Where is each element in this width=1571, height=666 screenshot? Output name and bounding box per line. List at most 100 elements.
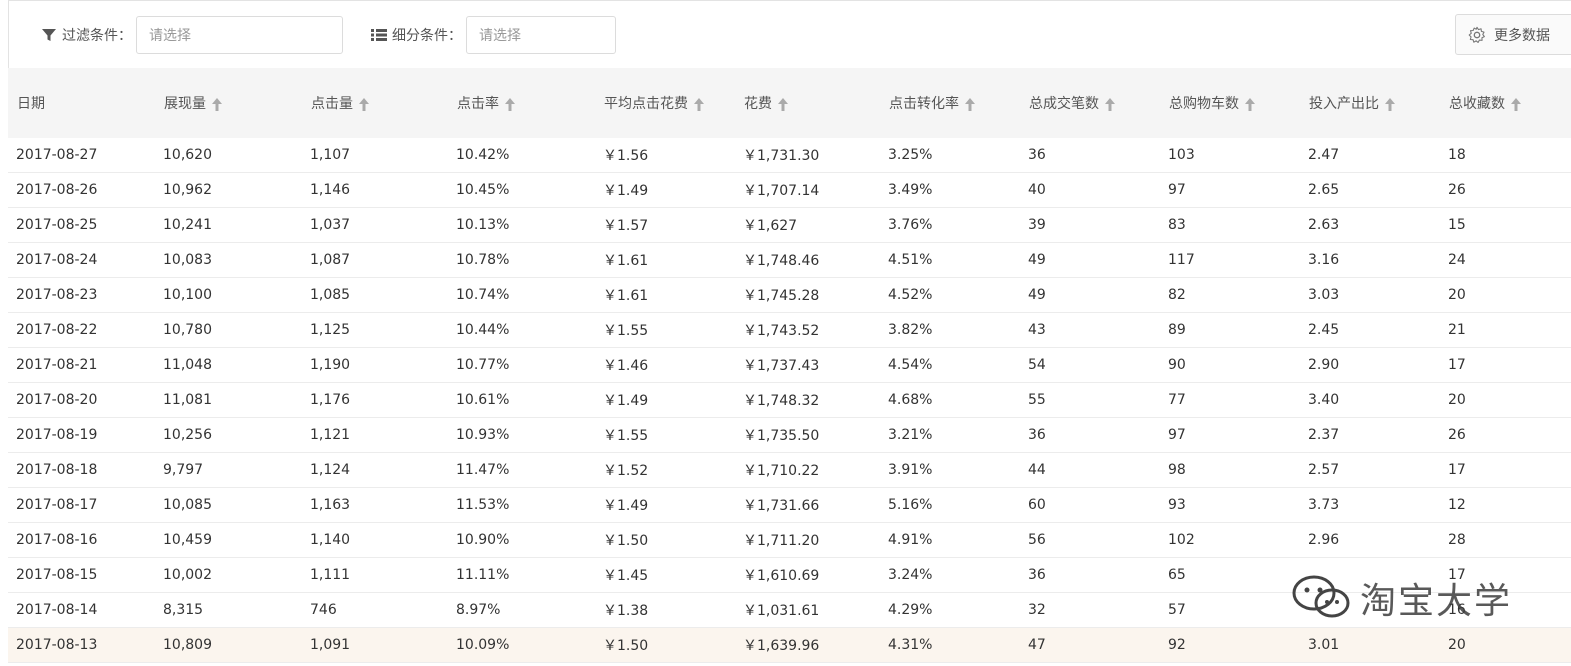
table-cell: ￥1,735.50 [735, 417, 880, 453]
sort-arrow-up-icon[interactable] [965, 97, 975, 111]
table-cell: 1,176 [302, 382, 448, 418]
column-header[interactable]: 总购物车数 [1160, 68, 1300, 138]
table-cell: 2017-08-25 [8, 207, 155, 243]
table-cell: 4.29% [880, 592, 1020, 628]
sort-arrow-up-icon[interactable] [1385, 97, 1395, 111]
table-cell: 2017-08-22 [8, 312, 155, 348]
table-cell: 3.40 [1300, 382, 1440, 418]
filter-condition-select[interactable]: 请选择 [136, 16, 343, 54]
table-cell: ￥1,748.32 [735, 382, 880, 418]
table-cell: 98 [1160, 452, 1300, 488]
table-cell: 2017-08-14 [8, 592, 155, 628]
table-cell: 3.76% [880, 207, 1020, 243]
table-cell: ￥1,710.22 [735, 452, 880, 488]
table-cell: 40 [1020, 172, 1160, 208]
table-row[interactable]: 2017-08-24 10,083 1,087 10.78% ￥1.61 ￥1,748.4… [8, 242, 1571, 278]
column-header[interactable]: 点击转化率 [880, 68, 1020, 138]
table-cell: 2.47 [1300, 138, 1440, 173]
segment-condition-select[interactable]: 请选择 [466, 16, 616, 54]
table-cell: ￥1.57 [595, 207, 735, 243]
table-row[interactable]: 2017-08-13 10,809 1,091 10.09% ￥1.50 ￥1,639.9… [8, 627, 1571, 663]
table-cell: 4.68% [880, 382, 1020, 418]
table-cell: 10,780 [155, 312, 302, 348]
more-data-button[interactable]: 更多数据 [1455, 14, 1571, 55]
table-cell: 32 [1020, 592, 1160, 628]
sort-arrow-up-icon[interactable] [505, 97, 515, 111]
table-cell: ￥1.52 [595, 452, 735, 488]
table-cell: ￥1.61 [595, 277, 735, 313]
table-cell: 1,111 [302, 557, 448, 593]
table-row[interactable]: 2017-08-22 10,780 1,125 10.44% ￥1.55 ￥1,743.5… [8, 312, 1571, 348]
table-row[interactable]: 2017-08-17 10,085 1,163 11.53% ￥1.49 ￥1,731.6… [8, 487, 1571, 523]
table-cell: 36 [1020, 557, 1160, 593]
table-cell: 10.09% [448, 627, 595, 663]
table-cell: 4.31% [880, 627, 1020, 663]
table-row[interactable]: 2017-08-26 10,962 1,146 10.45% ￥1.49 ￥1,707.1… [8, 172, 1571, 208]
table-row[interactable]: 2017-08-23 10,100 1,085 10.74% ￥1.61 ￥1,745.2… [8, 277, 1571, 313]
filter-condition-group: 过滤条件： 请选择 [41, 15, 343, 55]
table-cell: 3.91% [880, 452, 1020, 488]
table-cell: ￥1,610.69 [735, 557, 880, 593]
column-header[interactable]: 点击量 [302, 68, 448, 138]
table-cell: 2017-08-13 [8, 627, 155, 663]
column-header[interactable]: 平均点击花费 [595, 68, 735, 138]
table-row[interactable]: 2017-08-21 11,048 1,190 10.77% ￥1.46 ￥1,737.4… [8, 347, 1571, 383]
table-cell: 65 [1160, 557, 1300, 593]
table-cell: 1,121 [302, 417, 448, 453]
table-cell: 60 [1020, 487, 1160, 523]
sort-arrow-up-icon[interactable] [1511, 97, 1521, 111]
table-cell: 2017-08-24 [8, 242, 155, 278]
segment-condition-group: 细分条件： 请选择 [371, 15, 616, 55]
table-cell: 2017-08-17 [8, 487, 155, 523]
column-header[interactable]: 点击率 [448, 68, 595, 138]
column-header[interactable]: 总收藏数 [1440, 68, 1571, 138]
column-header[interactable]: 展现量 [155, 68, 302, 138]
table-cell: 10,083 [155, 242, 302, 278]
sort-arrow-up-icon[interactable] [212, 97, 222, 111]
table-cell: 11.47% [448, 452, 595, 488]
table-cell: 10.78% [448, 242, 595, 278]
sort-arrow-up-icon[interactable] [359, 97, 369, 111]
table-cell: 2017-08-16 [8, 522, 155, 558]
column-header[interactable]: 总成交笔数 [1020, 68, 1160, 138]
table-row[interactable]: 2017-08-20 11,081 1,176 10.61% ￥1.49 ￥1,748.3… [8, 382, 1571, 418]
table-cell: 3.49% [880, 172, 1020, 208]
table-row[interactable]: 2017-08-16 10,459 1,140 10.90% ￥1.50 ￥1,711.2… [8, 522, 1571, 558]
sort-arrow-up-icon[interactable] [778, 97, 788, 111]
table-body: 2017-08-27 10,620 1,107 10.42% ￥1.56 ￥1,731.3… [8, 138, 1571, 663]
table-cell: 1,085 [302, 277, 448, 313]
table-cell: 15 [1440, 207, 1571, 243]
table-row[interactable]: 2017-08-25 10,241 1,037 10.13% ￥1.57 ￥1,627 3.… [8, 207, 1571, 243]
table-cell: 10,962 [155, 172, 302, 208]
table-cell: ￥1,031.61 [735, 592, 880, 628]
table-cell: 102 [1160, 522, 1300, 558]
table-cell: 2017-08-18 [8, 452, 155, 488]
table-cell: 4.91% [880, 522, 1020, 558]
table-cell: 2017-08-15 [8, 557, 155, 593]
table-cell: ￥1.50 [595, 627, 735, 663]
table-cell: ￥1,731.30 [735, 138, 880, 173]
sort-arrow-up-icon[interactable] [694, 97, 704, 111]
table-row[interactable]: 2017-08-19 10,256 1,121 10.93% ￥1.55 ￥1,735.5… [8, 417, 1571, 453]
table-cell: 1,124 [302, 452, 448, 488]
table-cell: 3.25% [880, 138, 1020, 173]
table-row[interactable]: 2017-08-27 10,620 1,107 10.42% ￥1.56 ￥1,731.3… [8, 138, 1571, 173]
table-row[interactable]: 2017-08-18 9,797 1,124 11.47% ￥1.52 ￥1,710.22… [8, 452, 1571, 488]
table-row[interactable]: 2017-08-14 8,315 746 8.97% ￥1.38 ￥1,031.61 4.2… [8, 592, 1571, 628]
sort-arrow-up-icon[interactable] [1245, 97, 1255, 111]
table-cell: 10.93% [448, 417, 595, 453]
table-cell: 36 [1020, 138, 1160, 173]
table-cell: 17 [1440, 452, 1571, 488]
column-header[interactable]: 投入产出比 [1300, 68, 1440, 138]
table-cell: 36 [1020, 417, 1160, 453]
table-cell: 10,256 [155, 417, 302, 453]
table-cell: 3.16 [1300, 242, 1440, 278]
table-cell: 3.01 [1300, 627, 1440, 663]
column-header[interactable]: 花费 [735, 68, 880, 138]
table-cell: 10.42% [448, 138, 595, 173]
table-cell: ￥1.49 [595, 172, 735, 208]
table-cell: 17 [1440, 347, 1571, 383]
sort-arrow-up-icon[interactable] [1105, 97, 1115, 111]
table-cell: ￥1.50 [595, 522, 735, 558]
table-row[interactable]: 2017-08-15 10,002 1,111 11.11% ￥1.45 ￥1,610.6… [8, 557, 1571, 593]
